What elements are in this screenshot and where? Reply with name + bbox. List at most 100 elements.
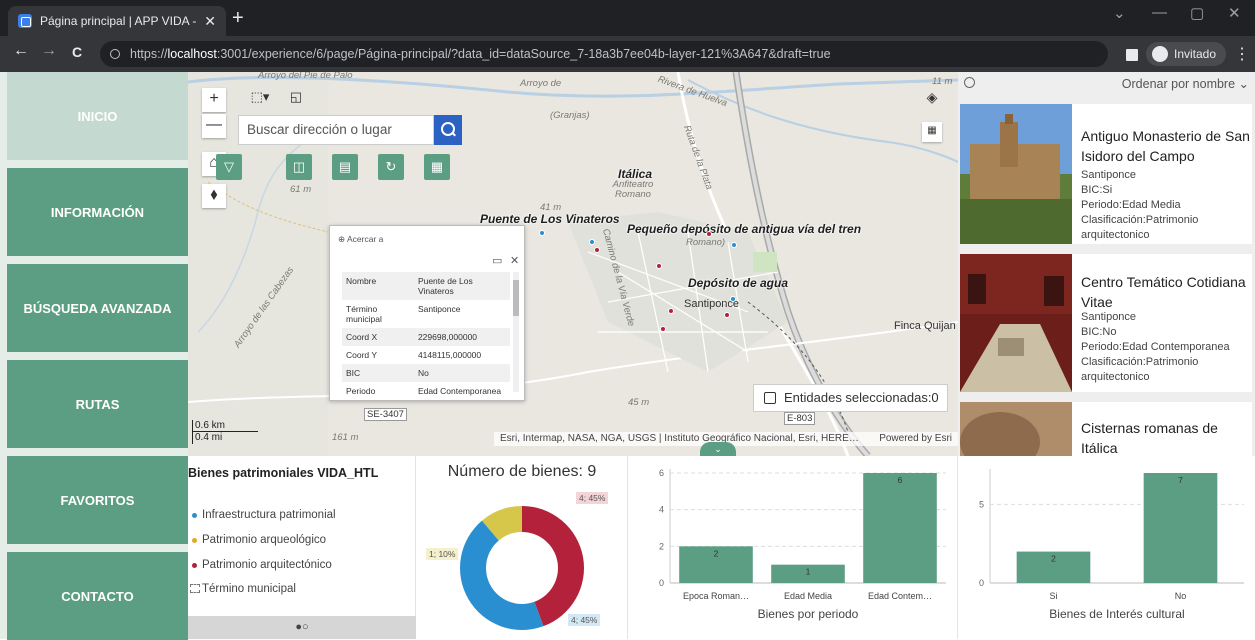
- map-point[interactable]: [731, 242, 737, 248]
- map-view[interactable]: Arroyo del Pie de Palo Arroyo de Rivera …: [188, 72, 958, 456]
- nav-contacto-label: CONTACTO: [61, 588, 134, 604]
- results-list: Ordenar por nombre ⌄ Antiguo Monasterio …: [958, 72, 1255, 456]
- site-info-icon[interactable]: [110, 49, 120, 59]
- select-tool-icon[interactable]: ⬚▾: [238, 86, 282, 110]
- map-point[interactable]: [730, 296, 736, 302]
- map-point[interactable]: [706, 231, 712, 237]
- legend-pager[interactable]: ●○: [188, 616, 416, 639]
- nav-favoritos-label: FAVORITOS: [60, 492, 135, 508]
- tab-search-icon[interactable]: ⌄: [1113, 4, 1126, 22]
- y-tick-label: 4: [659, 505, 664, 515]
- maximize-icon[interactable]: ▢: [1190, 4, 1204, 22]
- bar-value-label: 7: [1178, 475, 1183, 485]
- browser-menu-icon[interactable]: ⋮: [1234, 44, 1250, 64]
- legend-dot-icon: [192, 563, 197, 568]
- search-button[interactable]: [434, 115, 462, 145]
- list-item[interactable]: Cisternas romanas de Itálica: [960, 402, 1252, 456]
- item-title: Cisternas romanas de Itálica: [1081, 420, 1218, 456]
- legend-widget: Bienes patrimoniales VIDA_HTL Infraestru…: [188, 456, 416, 639]
- sidebar: INICIO INFORMACIÓN BÚSQUEDA AVANZADA RUT…: [0, 72, 188, 640]
- bar-chart-bic-widget: 0 5 2 Si 7 No Bienes de Interés cultural: [958, 456, 1255, 639]
- scale-mi: 0.4 mi: [192, 432, 262, 444]
- item-details: Santiponce BIC:Si Periodo:Edad Media Cla…: [1081, 168, 1253, 243]
- browser-tab[interactable]: Página principal | APP VIDA - HTL IF ✕: [8, 6, 226, 36]
- map-label-arroyo: Arroyo de: [520, 78, 562, 89]
- legend-label: Término municipal: [202, 583, 296, 595]
- map-label-anfiteatro: Anfiteatro Romano: [612, 179, 654, 200]
- zoom-to-link[interactable]: ⊕ Acercar a: [338, 234, 383, 245]
- nav-contacto[interactable]: CONTACTO: [7, 552, 188, 640]
- map-point[interactable]: [589, 239, 595, 245]
- address-bar[interactable]: https://localhost:3001/experience/6/page…: [100, 41, 1108, 67]
- search-placeholder: Buscar dirección o lugar: [247, 122, 392, 137]
- popup-dock-icon[interactable]: ▭: [492, 254, 502, 267]
- sort-dropdown[interactable]: Ordenar por nombre ⌄: [1122, 76, 1249, 91]
- url-rest: :3001/experience/6/page/Página-principal…: [216, 47, 831, 61]
- powered-by-esri[interactable]: Powered by Esri: [879, 432, 952, 446]
- bar[interactable]: [1143, 473, 1218, 583]
- forward-button[interactable]: →: [38, 42, 60, 60]
- new-tab-button[interactable]: +: [232, 6, 244, 30]
- nav-inicio-label: INICIO: [77, 108, 118, 124]
- x-tick-label: Edad Media: [784, 591, 832, 601]
- bar[interactable]: [863, 473, 937, 583]
- legend-dot-icon: [192, 513, 197, 518]
- nav-inicio[interactable]: INICIO: [7, 72, 188, 160]
- map-point[interactable]: [660, 326, 666, 332]
- x-tick-label: No: [1175, 591, 1187, 601]
- nav-informacion[interactable]: INFORMACIÓN: [7, 168, 188, 256]
- donut-data-label: 4; 45%: [568, 614, 601, 626]
- zoom-out-button[interactable]: —: [202, 114, 226, 138]
- popup-close-icon[interactable]: ✕: [510, 254, 519, 267]
- x-axis-title: Bienes por periodo: [758, 607, 859, 621]
- nav-busqueda-avanzada[interactable]: BÚSQUEDA AVANZADA: [7, 264, 188, 352]
- map-point[interactable]: [668, 308, 674, 314]
- collapse-panel-button[interactable]: ⌄: [700, 442, 736, 456]
- filter-icon[interactable]: ▽: [216, 154, 242, 180]
- database-icon[interactable]: ▤: [332, 154, 358, 180]
- feature-popup: ⊕ Acercar a ▭ ✕ Nombre Puente de Los Vina…: [329, 225, 525, 401]
- address-search-input[interactable]: Buscar dirección o lugar: [238, 115, 434, 145]
- compass-button[interactable]: ⬧: [202, 184, 226, 208]
- list-item[interactable]: Antiguo Monasterio de San Isidoro del Ca…: [960, 104, 1252, 244]
- selected-features-indicator[interactable]: Entidades seleccionadas:0: [753, 384, 948, 412]
- layers-icon[interactable]: ◈: [920, 86, 944, 110]
- nav-rutas[interactable]: RUTAS: [7, 360, 188, 448]
- map-label-romano: Romano): [686, 237, 726, 248]
- tab-close-icon[interactable]: ✕: [204, 13, 216, 30]
- refresh-icon[interactable]: ↻: [378, 154, 404, 180]
- map-point[interactable]: [594, 247, 600, 253]
- bar-chart-bic: 0 5 2 Si 7 No Bienes de Interés cultural: [979, 469, 1244, 621]
- item-clasificacion: Clasificación:Patrimonio arquitectonico: [1081, 356, 1199, 383]
- list-item[interactable]: Centro Temático Cotidiana Vitae Santipon…: [960, 254, 1252, 392]
- nav-favoritos[interactable]: FAVORITOS: [7, 456, 188, 544]
- map-point[interactable]: [656, 263, 662, 269]
- y-tick-label: 6: [659, 468, 664, 478]
- item-periodo: Periodo:Edad Contemporanea: [1081, 341, 1230, 353]
- nav-rutas-label: RUTAS: [75, 396, 120, 412]
- y-tick-label: 2: [659, 541, 664, 551]
- sidepanel-icon[interactable]: [1126, 49, 1138, 61]
- map-point[interactable]: [539, 230, 545, 236]
- y-tick-label: 0: [979, 578, 984, 588]
- vitae-image: [960, 254, 1072, 392]
- item-bic: BIC:No: [1081, 326, 1117, 338]
- chart-widget-icon[interactable]: ◫: [286, 154, 312, 180]
- profile-button[interactable]: Invitado: [1146, 42, 1226, 66]
- scale-bar: 0.6 km 0.4 mi: [192, 420, 262, 444]
- window-close-icon[interactable]: ✕: [1228, 4, 1241, 22]
- reload-button[interactable]: C: [66, 44, 88, 60]
- list-search-icon[interactable]: [964, 77, 975, 88]
- popup-scrollbar[interactable]: [513, 272, 519, 392]
- tab-title: Página principal | APP VIDA - HTL IF: [40, 14, 198, 28]
- bar-value-label: 2: [1051, 554, 1056, 564]
- map-point[interactable]: [724, 312, 730, 318]
- zoom-in-button[interactable]: +: [202, 88, 226, 112]
- back-button[interactable]: ←: [10, 42, 32, 60]
- basemap-gallery-icon[interactable]: ▦: [922, 122, 942, 142]
- table-icon[interactable]: ▦: [424, 154, 450, 180]
- measure-tool-icon[interactable]: ◱: [284, 86, 308, 110]
- popup-attribute-table: Nombre Puente de Los Vinateros Término mu…: [342, 272, 510, 400]
- minimize-icon[interactable]: —: [1152, 4, 1167, 21]
- bar-value-label: 6: [898, 475, 903, 485]
